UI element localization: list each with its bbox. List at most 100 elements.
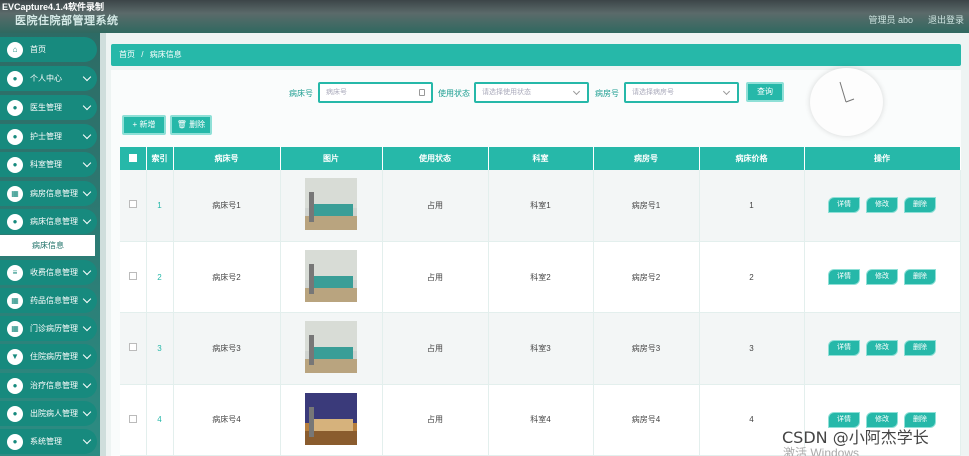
cell-department: 科室2 — [488, 241, 594, 314]
chevron-down-icon — [82, 379, 92, 389]
row-checkbox[interactable] — [128, 414, 137, 423]
cell-status: 占用 — [382, 384, 489, 456]
bed-photo[interactable] — [305, 321, 357, 374]
cell-index: 2 — [146, 241, 174, 314]
submenu-bed-info[interactable]: 病床信息 — [0, 235, 95, 256]
cell-bed-no: 病床号4 — [173, 384, 281, 456]
sidebar-item-8[interactable]: ▦ 药品信息管理 — [0, 288, 97, 313]
cell-photo — [280, 241, 383, 314]
home-icon: ⌂ — [7, 41, 23, 58]
table-row[interactable]: 3 病床号3 占用 科室3 病房号3 3 详情 修改 删除 — [120, 312, 961, 385]
doctor-icon: ● — [7, 99, 23, 116]
sidebar-item-9[interactable]: ▦ 门诊病历管理 — [0, 316, 97, 341]
status-select[interactable]: 请选择使用状态 — [474, 82, 589, 103]
delete-button[interactable]: 删除 — [904, 197, 936, 214]
logout-link[interactable]: 退出登录 — [928, 13, 964, 26]
ward-icon: ▦ — [7, 185, 23, 202]
sidebar-item-7[interactable]: ≡ 收费信息管理 — [0, 260, 97, 285]
cell-actions: 详情 修改 删除 — [804, 170, 961, 242]
col-header-index: 索引 — [146, 147, 174, 170]
current-user: 管理员 abo — [868, 15, 913, 25]
nurse-icon: ● — [7, 128, 23, 145]
row-checkbox[interactable] — [128, 200, 137, 209]
detail-button[interactable]: 详情 — [828, 197, 860, 214]
chevron-down-icon — [82, 266, 92, 276]
query-button[interactable]: 查询 — [746, 82, 784, 102]
clock-decoration — [810, 68, 883, 136]
select-all-checkbox[interactable] — [128, 153, 137, 162]
sidebar-item-10[interactable]: ▼ 住院病历管理 — [0, 344, 97, 369]
chevron-down-icon — [82, 101, 92, 111]
record-icon: ▦ — [7, 320, 23, 337]
sidebar-item-label: 病房信息管理 — [30, 189, 78, 198]
bed-photo[interactable] — [305, 392, 357, 445]
col-header-bed-no: 病床号 — [173, 147, 281, 170]
edit-button[interactable]: 修改 — [866, 269, 898, 286]
sidebar-item-1[interactable]: ● 个人中心 — [0, 66, 97, 91]
sidebar-item-label: 门诊病历管理 — [30, 324, 78, 333]
row-select-cell[interactable] — [120, 241, 147, 314]
cell-index: 4 — [146, 384, 174, 456]
chevron-down-icon — [82, 350, 92, 360]
row-select-cell[interactable] — [120, 384, 147, 456]
row-select-cell[interactable] — [120, 312, 147, 385]
cell-room-no: 病房号1 — [593, 170, 700, 242]
breadcrumb-home[interactable]: 首页 — [119, 50, 135, 59]
chevron-down-icon — [82, 322, 92, 332]
bed-photo[interactable] — [305, 178, 357, 231]
cell-department: 科室1 — [488, 170, 594, 242]
bed-table: 索引 病床号 图片 使用状态 科室 病房号 病床价格 操作 1 病床号1 占用 科室1… — [120, 147, 961, 456]
cell-actions: 详情 修改 删除 — [804, 312, 961, 385]
cell-room-no: 病房号2 — [593, 241, 700, 314]
delete-button[interactable]: 删除 — [904, 269, 936, 286]
sidebar-item-5[interactable]: ▦ 病房信息管理 — [0, 181, 97, 206]
sidebar-item-4[interactable]: ● 科室管理 — [0, 152, 97, 177]
sidebar-item-12[interactable]: ● 出院病人管理 — [0, 401, 97, 426]
chevron-down-icon — [82, 294, 92, 304]
cell-bed-no: 病床号2 — [173, 241, 281, 314]
table-header-row: 索引 病床号 图片 使用状态 科室 病房号 病床价格 操作 — [120, 147, 961, 170]
add-button[interactable]: + 新增 — [122, 115, 166, 135]
col-header-price: 病床价格 — [699, 147, 805, 170]
sidebar-item-13[interactable]: ● 系统管理 — [0, 429, 97, 454]
row-select-cell[interactable] — [120, 170, 147, 242]
chevron-down-icon — [82, 158, 92, 168]
delete-button[interactable]: 删除 — [904, 340, 936, 357]
col-header-actions: 操作 — [804, 147, 961, 170]
sidebar-item-label: 个人中心 — [30, 74, 62, 83]
chevron-down-icon — [82, 215, 92, 225]
room-select[interactable]: 请选择病房号 — [624, 82, 739, 103]
discharge-icon: ● — [7, 405, 23, 422]
sidebar-item-2[interactable]: ● 医生管理 — [0, 95, 97, 120]
room-placeholder: 请选择病房号 — [632, 89, 674, 96]
top-bar: EVCapture4.1.4软件录制 医院住院部管理系统 管理员 abo 退出登… — [0, 0, 969, 33]
sidebar-item-label: 护士管理 — [30, 132, 62, 141]
breadcrumb: 首页 / 病床信息 — [111, 44, 961, 66]
bed-icon: ● — [7, 213, 23, 230]
sidebar-item-6[interactable]: ● 病床信息管理 — [0, 209, 97, 234]
detail-button[interactable]: 详情 — [828, 269, 860, 286]
col-header-status: 使用状态 — [382, 147, 489, 170]
user-icon: ● — [7, 70, 23, 87]
table-row[interactable]: 1 病床号1 占用 科室1 病房号1 1 详情 修改 删除 — [120, 170, 961, 242]
delete-selected-button[interactable]: 🗑 删除 — [170, 115, 212, 135]
sidebar-item-0[interactable]: ⌂ 首页 — [0, 37, 97, 62]
table-row[interactable]: 2 病床号2 占用 科室2 病房号2 2 详情 修改 删除 — [120, 241, 961, 314]
cell-bed-no: 病床号3 — [173, 312, 281, 385]
row-checkbox[interactable] — [128, 272, 137, 281]
cell-room-no: 病房号4 — [593, 384, 700, 456]
sidebar-item-label: 首页 — [30, 45, 46, 54]
sidebar-item-3[interactable]: ● 护士管理 — [0, 124, 97, 149]
sidebar-item-label: 出院病人管理 — [30, 409, 78, 418]
select-all-cell[interactable] — [120, 147, 147, 170]
chevron-down-icon — [82, 187, 92, 197]
sidebar-item-label: 医生管理 — [30, 103, 62, 112]
edit-button[interactable]: 修改 — [866, 340, 898, 357]
detail-button[interactable]: 详情 — [828, 340, 860, 357]
bed-no-input[interactable]: 病床号 — [318, 82, 433, 103]
bed-photo[interactable] — [305, 250, 357, 303]
edit-button[interactable]: 修改 — [866, 197, 898, 214]
cell-department: 科室3 — [488, 312, 594, 385]
sidebar-item-11[interactable]: ● 治疗信息管理 — [0, 373, 97, 398]
row-checkbox[interactable] — [128, 343, 137, 352]
